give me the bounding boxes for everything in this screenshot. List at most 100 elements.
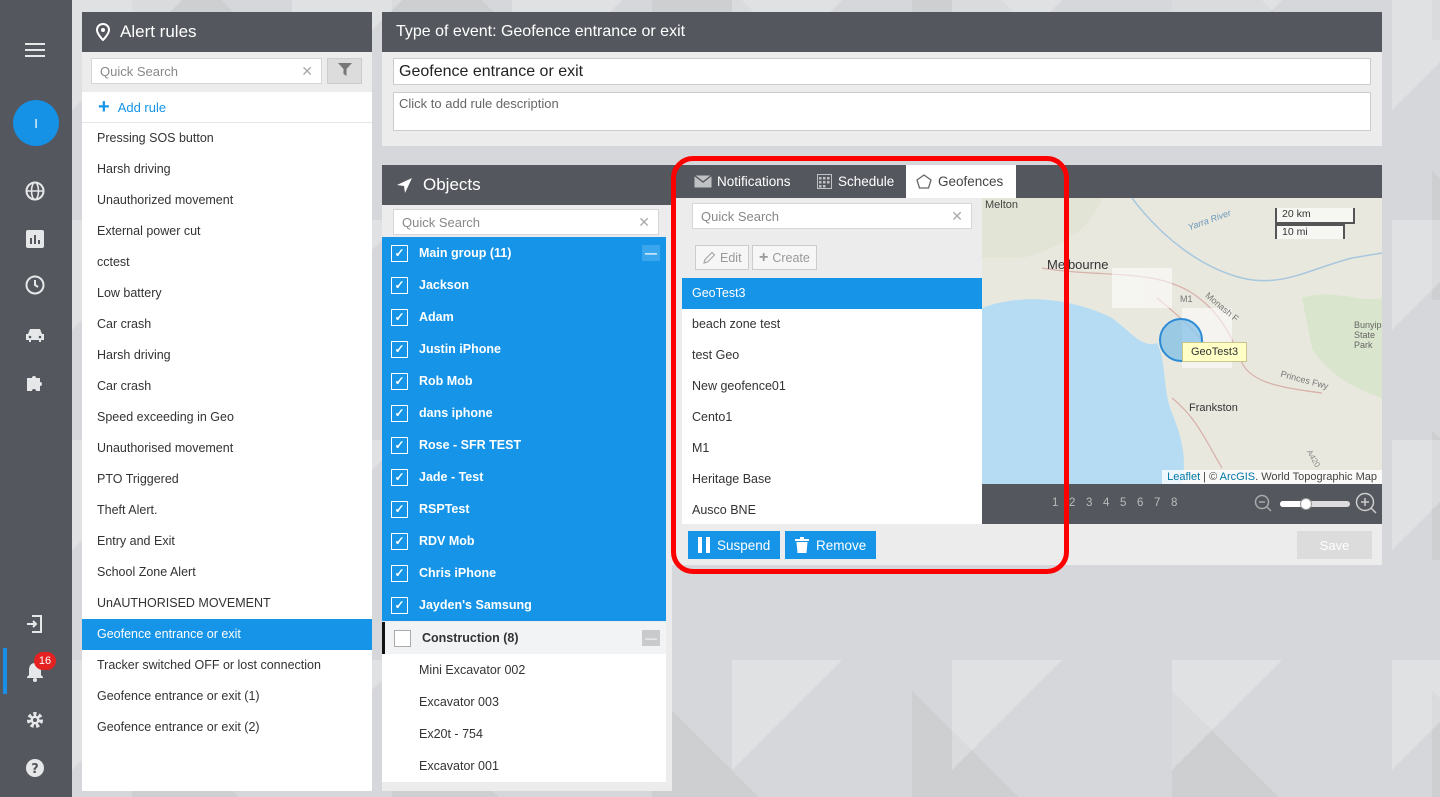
menu-icon[interactable] [22,37,48,63]
gear-icon[interactable] [22,707,48,733]
rule-item[interactable]: Low battery [82,278,372,309]
rule-item[interactable]: Geofence entrance or exit [82,619,372,650]
add-rule-button[interactable]: + Add rule [82,92,372,123]
page-number[interactable]: 5 [1120,497,1126,509]
geofence-item[interactable]: Ausco BNE [682,495,982,526]
logout-icon[interactable] [22,611,48,637]
checked-checkbox[interactable]: ✓ [391,340,408,358]
rule-item[interactable]: School Zone Alert [82,557,372,588]
checked-checkbox[interactable]: ✓ [391,468,408,486]
rule-item[interactable]: Geofence entrance or exit (1) [82,681,372,712]
chart-icon[interactable] [22,226,48,252]
page-number[interactable]: 6 [1137,497,1143,509]
object-group-row[interactable]: ✓ Main group (11) — [382,237,666,269]
filter-button[interactable] [327,58,362,84]
help-icon[interactable]: ? [22,755,48,781]
edit-geofence-button[interactable]: Edit [695,245,749,270]
objects-search-input[interactable]: Quick Search ✕ [393,209,659,235]
object-row[interactable]: ✓ RSPTest [382,493,666,525]
page-number[interactable]: 1 [1052,497,1058,509]
rule-item[interactable]: Entry and Exit [82,526,372,557]
geofence-item[interactable]: Cento1 [682,402,982,433]
rule-item[interactable]: External power cut [82,216,372,247]
page-number[interactable]: 8 [1171,497,1177,509]
object-row[interactable]: ✓ Chris iPhone [382,557,666,589]
remove-button[interactable]: Remove [785,531,877,559]
checked-checkbox[interactable]: ✓ [391,436,408,454]
checked-checkbox[interactable]: ✓ [391,596,408,614]
rule-item[interactable]: Harsh driving [82,154,372,185]
collapse-icon[interactable]: — [642,245,660,261]
rule-item[interactable]: Geofence entrance or exit (2) [82,712,372,743]
car-icon[interactable] [22,322,48,348]
clear-icon[interactable]: ✕ [638,214,650,231]
page-number[interactable]: 2 [1069,497,1075,509]
object-row[interactable]: ✓ dans iphone [382,397,666,429]
tab-notifications[interactable]: Notifications [684,165,801,198]
checked-checkbox[interactable]: ✓ [391,244,408,262]
geofence-item[interactable]: Heritage Base [682,464,982,495]
rule-name-input[interactable]: Geofence entrance or exit [393,58,1371,85]
rule-item[interactable]: Pressing SOS button [82,123,372,154]
geofence-search-input[interactable]: Quick Search ✕ [692,203,972,229]
page-number[interactable]: 7 [1154,497,1160,509]
tab-schedule[interactable]: Schedule [807,165,904,198]
rule-item[interactable]: Tracker switched OFF or lost connection [82,650,372,681]
checked-checkbox[interactable]: ✓ [391,308,408,326]
clock-icon[interactable] [22,272,48,298]
object-group-row[interactable]: Construction (8) — [382,622,666,654]
geofence-item[interactable]: New geofence01 [682,371,982,402]
object-row[interactable]: ✓ Adam [382,301,666,333]
object-row[interactable]: ✓ Jackson [382,269,666,301]
puzzle-icon[interactable] [22,370,48,396]
object-row[interactable]: ✓ Rose - SFR TEST [382,429,666,461]
clear-icon[interactable]: ✕ [951,208,963,225]
rule-description-input[interactable]: Click to add rule description [393,92,1371,131]
zoom-slider[interactable] [1280,498,1350,510]
unchecked-checkbox[interactable] [394,629,411,647]
checked-checkbox[interactable]: ✓ [391,372,408,390]
clear-icon[interactable]: ✕ [301,63,313,80]
object-row[interactable]: ✓ Jayden's Samsung [382,589,666,621]
rule-item[interactable]: Harsh driving [82,340,372,371]
object-row[interactable]: Ex20t - 754 [382,718,666,750]
rule-item[interactable]: Unauthorized movement [82,185,372,216]
rule-item[interactable]: Speed exceeding in Geo [82,402,372,433]
checked-checkbox[interactable]: ✓ [391,276,408,294]
object-row[interactable]: ✓ RDV Mob [382,525,666,557]
globe-icon[interactable] [22,178,48,204]
rules-search-input[interactable]: Quick Search ✕ [91,58,322,84]
rule-item[interactable]: UnAUTHORISED MOVEMENT [82,588,372,619]
map[interactable]: Melton Melbourne Frankston Bunyip State … [982,198,1382,484]
suspend-button[interactable]: Suspend [688,531,781,559]
checked-checkbox[interactable]: ✓ [391,564,408,582]
object-row[interactable]: ✓ Jade - Test [382,461,666,493]
rule-item[interactable]: PTO Triggered [82,464,372,495]
avatar[interactable]: I [13,100,59,146]
zoom-slider-handle[interactable] [1300,498,1312,510]
object-row[interactable]: ✓ Rob Mob [382,365,666,397]
geofence-item[interactable]: beach zone test [682,309,982,340]
rule-item[interactable]: Car crash [82,309,372,340]
tab-geofences[interactable]: Geofences [906,165,1016,198]
rule-item[interactable]: Car crash [82,371,372,402]
checked-checkbox[interactable]: ✓ [391,404,408,422]
geofence-item[interactable]: M1 [682,433,982,464]
object-row[interactable]: Excavator 003 [382,686,666,718]
page-number[interactable]: 4 [1103,497,1109,509]
object-row[interactable]: Mini Excavator 002 [382,654,666,686]
collapse-icon[interactable]: — [642,630,660,646]
object-row[interactable]: Excavator 001 [382,750,666,782]
save-button[interactable]: Save [1297,531,1372,559]
rule-item[interactable]: cctest [82,247,372,278]
leaflet-link[interactable]: Leaflet [1167,471,1200,483]
object-row[interactable]: ✓ Justin iPhone [382,333,666,365]
rule-item[interactable]: Theft Alert. [82,495,372,526]
zoom-in-icon[interactable] [1355,492,1377,517]
rule-item[interactable]: Unauthorised movement [82,433,372,464]
geofence-item[interactable]: GeoTest3 [682,278,982,309]
page-number[interactable]: 3 [1086,497,1092,509]
checked-checkbox[interactable]: ✓ [391,532,408,550]
geofence-item[interactable]: test Geo [682,340,982,371]
arcgis-link[interactable]: ArcGIS [1220,471,1255,483]
